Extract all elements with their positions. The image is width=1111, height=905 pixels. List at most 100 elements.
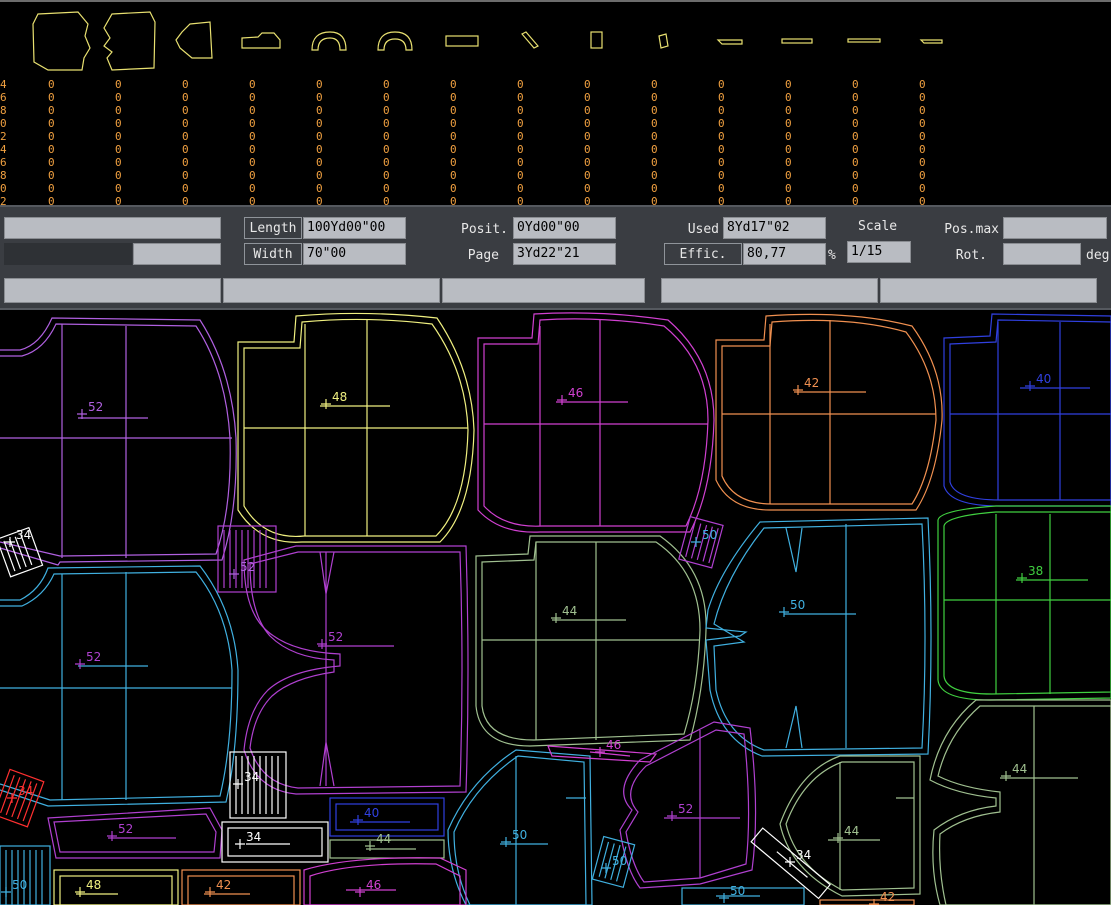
- piece-thumb-small-rect-1[interactable]: [590, 31, 603, 49]
- count-cell-small-rect-1: 0: [584, 156, 591, 169]
- count-cell-thin-strip-4: 0: [919, 91, 926, 104]
- count-cell-back-bodice: 0: [115, 130, 122, 143]
- piece-thumb-rectangle[interactable]: [445, 35, 479, 47]
- pleat-block[interactable]: [0, 768, 45, 828]
- count-cell-thin-strip-3: 0: [852, 169, 859, 182]
- piece-thumb-arch-1[interactable]: [311, 31, 347, 51]
- pattern-piece[interactable]: [819, 899, 915, 905]
- count-cell-sleeve: 0: [182, 104, 189, 117]
- count-cell-thin-strip-3: 0: [852, 156, 859, 169]
- pattern-piece[interactable]: [303, 857, 467, 905]
- piece-outline: [0, 565, 239, 807]
- count-cell-arch-piece-1: 0: [316, 156, 323, 169]
- pattern-piece[interactable]: [0, 845, 51, 905]
- pattern-piece[interactable]: [705, 517, 932, 757]
- count-cell-thin-strip-3: 0: [852, 143, 859, 156]
- pattern-piece[interactable]: [221, 821, 329, 863]
- piece-thumb-strip-4[interactable]: [919, 39, 943, 44]
- piece-size-label: 50: [790, 598, 805, 612]
- count-cell-thin-strip-3: 0: [852, 117, 859, 130]
- piece-anchor-marker: [353, 815, 363, 825]
- piece-size-label: 34: [16, 528, 31, 542]
- count-cell-front-bodice: 0: [48, 156, 55, 169]
- count-cell-arch-piece-2: 0: [383, 182, 390, 195]
- count-edge-cell: 8: [0, 169, 7, 182]
- count-cell-thin-strip-2: 0: [785, 130, 792, 143]
- count-cell-back-bodice: 0: [115, 169, 122, 182]
- piece-anchor-marker: [1001, 771, 1011, 781]
- pattern-piece[interactable]: [181, 869, 301, 905]
- piece-size-label: 50: [730, 884, 745, 898]
- count-cell-thin-strip-1: 0: [718, 182, 725, 195]
- effic-field[interactable]: 80,77: [743, 243, 826, 265]
- width-label: Width: [244, 243, 302, 265]
- marker-code-field[interactable]: [133, 243, 221, 265]
- pleat-lines: [235, 756, 279, 814]
- piece-strip-canvas: 4 0 0 0 0 0 0 0 0 0 0 0 0 0 0 6 0 0 0 0 0 0 0 0 0 0 0 0 0 0 8 0 0 0 0 0 0 0 0 0…: [0, 11, 943, 208]
- pattern-piece[interactable]: [943, 313, 1111, 507]
- pattern-piece[interactable]: [0, 317, 237, 566]
- count-cell-diagonal-strip: 0: [517, 143, 524, 156]
- info-panel: Length 100Yd00"00 Width 70"00 Posit. 0Yd…: [0, 205, 1111, 310]
- count-cell-arch-piece-1: 0: [316, 78, 323, 91]
- count-cell-arch-piece-2: 0: [383, 143, 390, 156]
- count-cell-thin-strip-3: 0: [852, 91, 859, 104]
- rot-field[interactable]: [1003, 243, 1081, 265]
- piece-thumb-back-bodice[interactable]: [103, 11, 156, 71]
- pattern-piece[interactable]: [475, 535, 707, 747]
- count-cell-rectangle-piece: 0: [450, 143, 457, 156]
- count-cell-thin-strip-3: 0: [852, 182, 859, 195]
- count-cell-rectangle-piece: 0: [450, 130, 457, 143]
- count-edge-cell: 6: [0, 91, 7, 104]
- count-cell-small-rect-2: 0: [651, 104, 658, 117]
- pattern-piece[interactable]: [929, 699, 1111, 905]
- pattern-piece[interactable]: [329, 797, 445, 837]
- pattern-piece[interactable]: [237, 312, 475, 543]
- piece-size-label: 34: [244, 770, 259, 784]
- count-cell-small-rect-1: 0: [584, 91, 591, 104]
- count-cell-small-rect-1: 0: [584, 169, 591, 182]
- count-cell-arch-piece-2: 0: [383, 169, 390, 182]
- pattern-piece[interactable]: [53, 869, 179, 905]
- width-field[interactable]: 70"00: [303, 243, 406, 265]
- count-cell-arch-piece-1: 0: [316, 104, 323, 117]
- piece-size-label: 50: [612, 854, 627, 868]
- grain-line: [484, 320, 708, 526]
- piece-thumb-sleeve[interactable]: [175, 21, 213, 59]
- piece-thumb-small-rect-2[interactable]: [658, 33, 669, 49]
- piece-thumb-strip-2[interactable]: [781, 38, 813, 44]
- pattern-piece[interactable]: [937, 505, 1111, 701]
- piece-thumb-diagonal[interactable]: [521, 31, 539, 49]
- length-label: Length: [244, 217, 302, 239]
- pattern-piece[interactable]: [715, 313, 943, 511]
- piece-anchor-marker: [107, 831, 117, 841]
- marker-canvas[interactable]: 52 48 46 42 40 52 52 44 52 50 38 50 52 44 34 46 52 50 40 44…: [0, 310, 1111, 905]
- status-field-2: [223, 278, 440, 303]
- posit-field[interactable]: 0Yd00"00: [513, 217, 616, 239]
- posmax-field[interactable]: [1003, 217, 1107, 239]
- count-cell-collar: 0: [249, 143, 256, 156]
- count-cell-thin-strip-4: 0: [919, 156, 926, 169]
- marker-name-field[interactable]: [4, 217, 221, 239]
- scale-field[interactable]: 1/15: [847, 241, 911, 263]
- page-field[interactable]: 3Yd22"21: [513, 243, 616, 265]
- marker-desc-field[interactable]: [4, 243, 132, 265]
- used-field[interactable]: 8Yd17"02: [723, 217, 826, 239]
- piece-thumb-collar[interactable]: [241, 32, 281, 49]
- length-field[interactable]: 100Yd00"00: [303, 217, 406, 239]
- pattern-piece[interactable]: [477, 312, 715, 533]
- piece-size-label: 44: [562, 604, 577, 618]
- count-cell-collar: 0: [249, 117, 256, 130]
- pattern-piece[interactable]: [0, 565, 239, 807]
- piece-outline-inner: [53, 813, 217, 853]
- piece-outline: [53, 869, 179, 905]
- piece-thumb-arch-2[interactable]: [377, 31, 413, 51]
- count-cell-sleeve: 0: [182, 169, 189, 182]
- piece-size-label: 52: [328, 630, 343, 644]
- marker-svg[interactable]: 52 48 46 42 40 52 52 44 52 50 38 50 52 44 34 46 52 50 40 44…: [0, 310, 1111, 905]
- piece-thumb-strip-3[interactable]: [847, 38, 881, 43]
- pattern-piece[interactable]: [47, 807, 223, 859]
- piece-thumb-front-bodice[interactable]: [32, 11, 91, 71]
- piece-size-label: 40: [364, 806, 379, 820]
- piece-thumb-strip-1[interactable]: [716, 39, 743, 45]
